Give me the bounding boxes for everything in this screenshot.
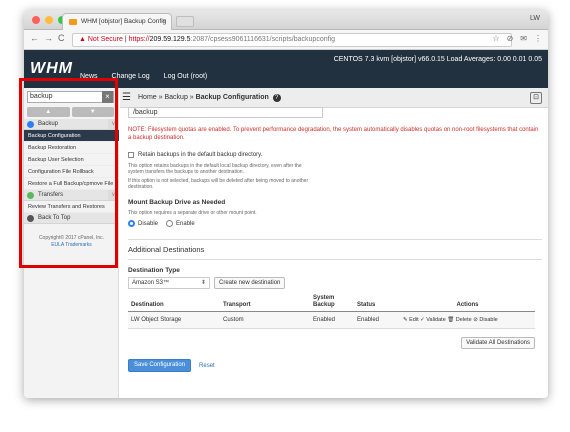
create-destination-button[interactable]: Create new destination [214, 277, 286, 289]
menu-dots-icon[interactable]: ⋮ [534, 34, 542, 43]
cell-system-backup: Enabled [310, 311, 354, 329]
retain-backups-checkbox-row[interactable]: Retain backups in the default backup dir… [128, 152, 542, 158]
cell-status: Enabled [354, 311, 400, 329]
retain-help-text-2: If this option is not selected, backups … [128, 178, 309, 190]
url-path: :2087/cpsess9061116631/scripts/backupcon… [190, 36, 336, 43]
not-secure-warning[interactable]: ▲ Not Secure [79, 36, 123, 43]
destination-type-select[interactable]: Amazon S3™ ⬍ [128, 277, 210, 289]
browser-toolbar-icons: ☆ ⊘ ✉ ⋮ [492, 34, 542, 43]
help-icon[interactable]: ? [272, 94, 281, 102]
retain-backups-checkbox[interactable] [128, 152, 134, 158]
breadcrumb-backup[interactable]: Backup [164, 94, 187, 101]
tab-close-icon[interactable]: × [162, 14, 166, 30]
browser-tab[interactable]: WHM [objstor] Backup Config × [62, 13, 172, 30]
enable-label: Enable [176, 220, 195, 227]
hamburger-menu-icon[interactable]: ☰ [122, 93, 131, 103]
forward-arrow-icon[interactable]: → [44, 33, 53, 43]
reload-icon[interactable]: C [58, 33, 65, 43]
retain-backups-label: Retain backups in the default backup dir… [138, 152, 263, 158]
new-tab-button[interactable] [176, 16, 194, 27]
bookmark-star-icon[interactable]: ☆ [492, 34, 499, 43]
validate-all-row: Validate All Destinations [128, 337, 542, 349]
col-destination: Destination [128, 293, 220, 312]
url-scheme: https:// [128, 36, 150, 43]
validate-link[interactable]: ✓ Validate [420, 317, 446, 323]
retain-help-text: This option retains backups in the defau… [128, 163, 302, 175]
col-actions: Actions [400, 293, 535, 312]
edit-link[interactable]: ✎ Edit [403, 317, 419, 323]
mount-drive-radios: Disable Enable [128, 220, 542, 227]
cell-actions: ✎ Edit ✓ Validate 🗑 Delete ⊘ Disable [400, 311, 535, 329]
form-footer: Save Configuration Reset [128, 359, 542, 372]
col-transport: Transport [220, 293, 310, 312]
divider [128, 239, 542, 240]
quota-note: NOTE: Filesystem quotas are enabled. To … [128, 127, 539, 141]
mount-drive-help: This option requires a separate drive or… [128, 210, 257, 216]
delete-link[interactable]: 🗑 Delete [447, 317, 471, 323]
close-window-button[interactable] [32, 16, 40, 24]
validate-all-button[interactable]: Validate All Destinations [461, 337, 535, 349]
expand-icon[interactable]: ⊡ [530, 92, 542, 104]
table-header-row: Destination Transport System Backup Stat… [128, 293, 535, 312]
col-system-backup: System Backup [310, 293, 354, 312]
block-icon[interactable]: ⊘ [507, 34, 514, 43]
select-caret-icon: ⬍ [200, 280, 206, 286]
save-configuration-button[interactable]: Save Configuration [128, 359, 192, 372]
disable-radio-option[interactable]: Disable [128, 220, 158, 227]
mail-icon[interactable]: ✉ [520, 34, 527, 43]
backup-directory-input[interactable]: /backup [128, 107, 323, 118]
url-host: 209.59.129.5 [149, 36, 191, 43]
destination-type-value: Amazon S3™ [132, 280, 170, 286]
nav-logout[interactable]: Log Out (root) [164, 73, 208, 80]
breadcrumb-separator: » [187, 94, 196, 101]
main-content: ☰ Home » Backup » Backup Configuration ?… [120, 88, 548, 398]
browser-user-label[interactable]: LW [530, 15, 540, 22]
divider [128, 259, 542, 260]
whm-favicon-icon [69, 19, 77, 25]
destinations-table: Destination Transport System Backup Stat… [128, 293, 535, 329]
page-title: Backup Configuration [195, 94, 269, 101]
mount-drive-heading: Mount Backup Drive as Needed [128, 199, 226, 206]
breadcrumb-home[interactable]: Home [138, 94, 157, 101]
browser-titlebar: WHM [objstor] Backup Config × LW [24, 10, 548, 30]
address-bar-row: ← → C ▲ Not Secure | https://209.59.129.… [24, 30, 548, 50]
back-arrow-icon[interactable]: ← [30, 33, 39, 43]
disable-link[interactable]: ⊘ Disable [473, 317, 497, 323]
breadcrumb: ☰ Home » Backup » Backup Configuration ?… [120, 88, 548, 108]
col-status: Status [354, 293, 400, 312]
enable-radio[interactable] [166, 220, 174, 227]
config-form: /backup NOTE: Filesystem quotas are enab… [128, 107, 542, 372]
disable-radio[interactable] [128, 220, 135, 227]
whm-logo[interactable]: WHM [30, 60, 73, 78]
enable-radio-option[interactable]: Enable [166, 220, 195, 227]
additional-destinations-heading: Additional Destinations [128, 245, 205, 254]
url-input[interactable]: ▲ Not Secure | https://209.59.129.5:2087… [72, 33, 512, 47]
window-controls [32, 16, 66, 24]
tab-title: WHM [objstor] Backup Config [81, 18, 167, 25]
destination-type-label: Destination Type [128, 267, 180, 274]
disable-label: Disable [138, 220, 159, 227]
minimize-window-button[interactable] [45, 16, 53, 24]
reset-link[interactable]: Reset [199, 363, 215, 369]
cell-destination: LW Object Storage [128, 311, 220, 329]
system-info: CENTOS 7.3 kvm [objstor] v66.0.15 Load A… [333, 56, 542, 63]
sidebar-highlight-box [19, 78, 118, 268]
cell-transport: Custom [220, 311, 310, 329]
table-row: LW Object Storage Custom Enabled Enabled… [128, 311, 535, 329]
destination-type-row: Amazon S3™ ⬍ Create new destination [128, 277, 542, 289]
